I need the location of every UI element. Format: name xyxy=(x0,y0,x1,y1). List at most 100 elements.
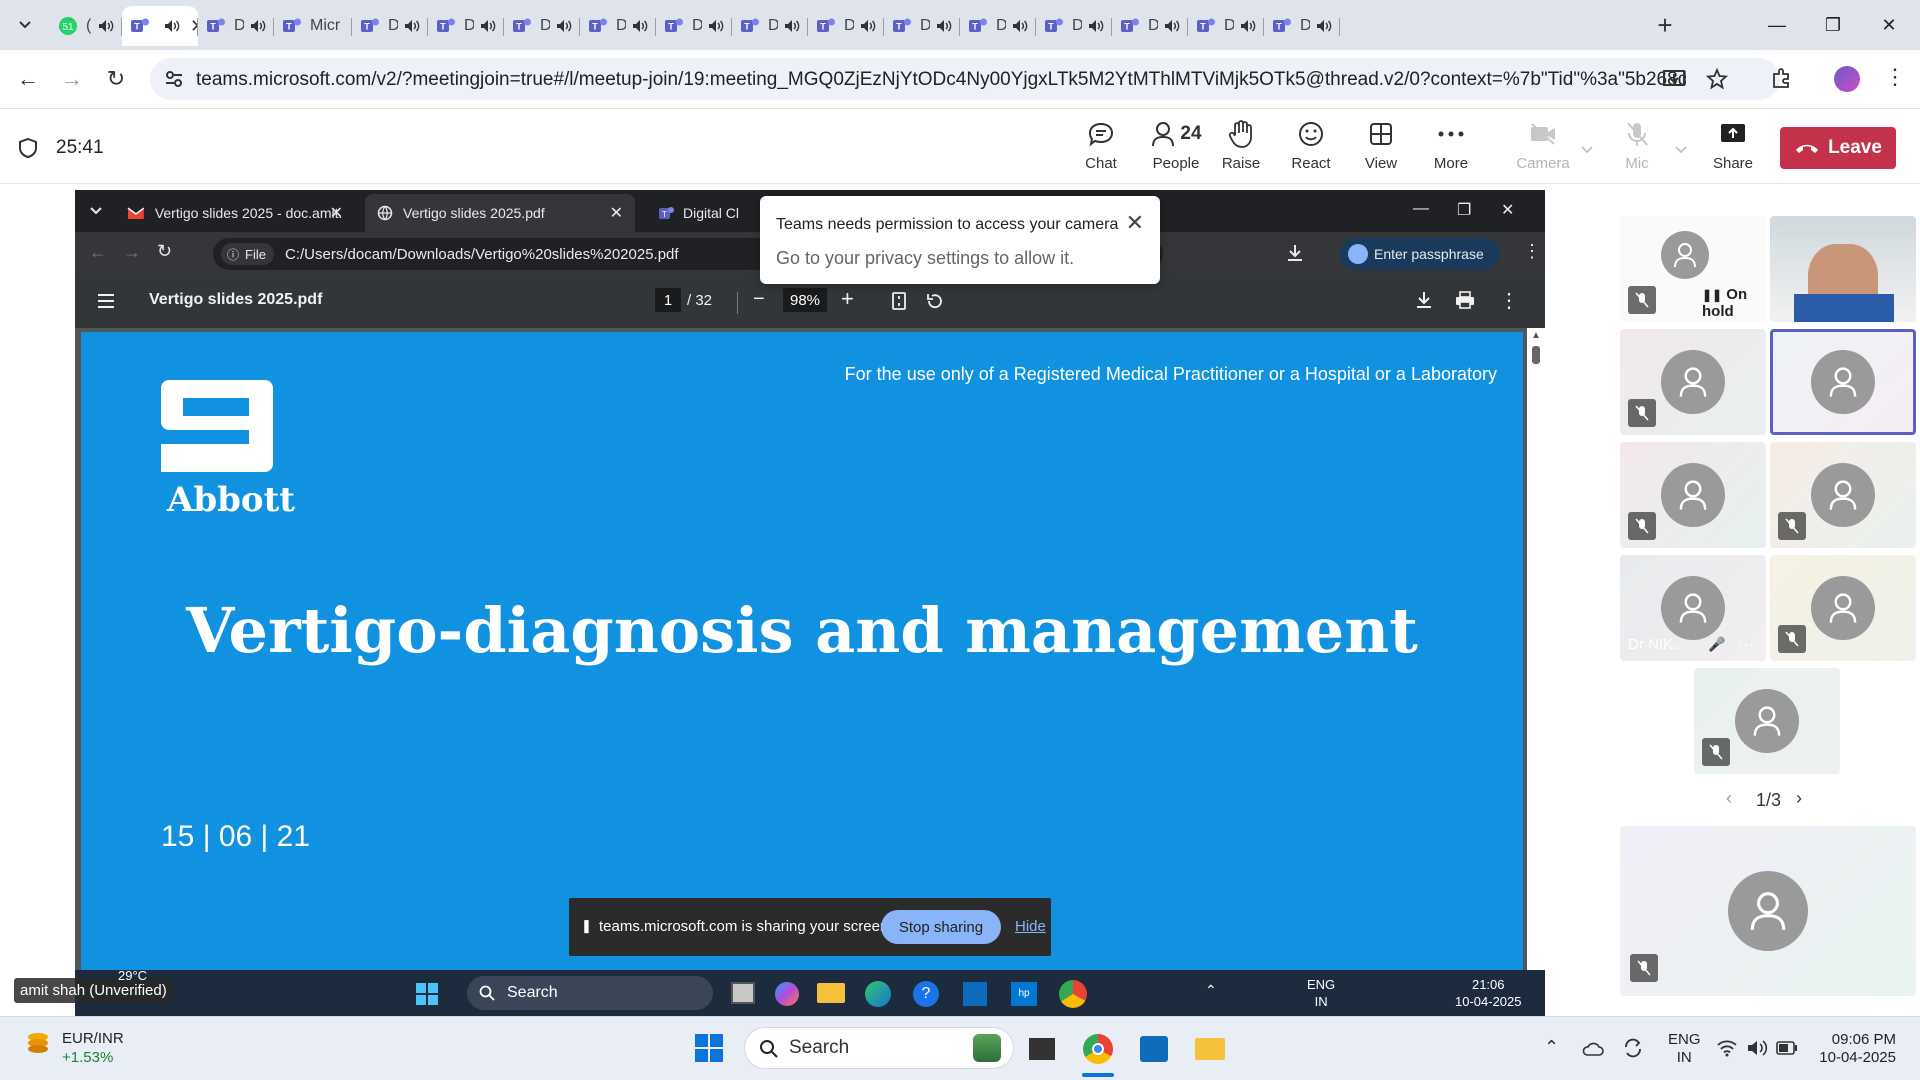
file-explorer-icon[interactable] xyxy=(1192,1031,1228,1067)
participant-tile-selected[interactable] xyxy=(1770,329,1916,435)
browser-tab[interactable]: TD xyxy=(1264,6,1340,46)
speaker-icon[interactable] xyxy=(936,19,952,33)
participant-tile[interactable] xyxy=(1694,668,1840,774)
system-clock[interactable]: 09:06 PM 10-04-2025 xyxy=(1818,1031,1896,1067)
avatar xyxy=(1661,463,1725,527)
clock-date: 10-04-2025 xyxy=(1819,1049,1896,1066)
speaker-icon[interactable] xyxy=(98,19,114,33)
browser-tab[interactable]: TD xyxy=(198,6,274,46)
teams-icon: T xyxy=(206,16,226,36)
browser-tab[interactable]: TD xyxy=(1036,6,1112,46)
reload-button[interactable]: ↻ xyxy=(100,63,132,95)
participant-tile[interactable] xyxy=(1770,555,1916,661)
view-button[interactable]: View xyxy=(1350,117,1412,179)
new-tab-button[interactable]: + xyxy=(1650,10,1680,40)
share-button[interactable]: Share xyxy=(1702,117,1764,179)
speaker-icon[interactable] xyxy=(404,19,420,33)
search-highlight-icon xyxy=(973,1034,1001,1062)
browser-tab[interactable]: TD xyxy=(960,6,1036,46)
shared-folder-icon xyxy=(817,983,845,1003)
task-view-icon[interactable] xyxy=(1024,1031,1060,1067)
participant-tile[interactable] xyxy=(1620,442,1766,548)
participant-tile[interactable] xyxy=(1620,329,1766,435)
browser-tab[interactable]: TD xyxy=(808,6,884,46)
browser-tab[interactable]: 51 (51) V xyxy=(50,6,122,46)
participant-tile[interactable] xyxy=(1770,442,1916,548)
browser-tab[interactable]: TD xyxy=(428,6,504,46)
participant-tile-video[interactable] xyxy=(1770,216,1916,322)
self-view-tile[interactable] xyxy=(1620,826,1916,996)
mic-options-chevron-icon[interactable] xyxy=(1674,145,1688,155)
browser-tab[interactable]: TD xyxy=(1112,6,1188,46)
close-window-button[interactable]: ✕ xyxy=(1866,8,1912,42)
browser-menu-button[interactable]: ⋮ xyxy=(1884,64,1906,90)
camera-off-icon xyxy=(1531,123,1555,145)
more-button[interactable]: More xyxy=(1420,117,1482,179)
back-button[interactable]: ← xyxy=(12,63,44,95)
language-indicator[interactable]: ENG IN xyxy=(1668,1031,1701,1067)
tab-search-button[interactable] xyxy=(10,10,40,40)
browser-tab[interactable]: TD xyxy=(656,6,732,46)
gallery-next-button[interactable]: › xyxy=(1796,788,1802,809)
speaker-icon[interactable] xyxy=(784,19,800,33)
avatar xyxy=(1661,350,1725,414)
minimize-button[interactable]: — xyxy=(1754,8,1800,42)
browser-tab-label: D xyxy=(996,17,1006,34)
raise-hand-button[interactable]: Raise xyxy=(1210,117,1272,179)
react-button[interactable]: React xyxy=(1280,117,1342,179)
windows-start-icon[interactable] xyxy=(694,1033,724,1063)
browser-tab[interactable]: T Micr xyxy=(274,6,352,46)
stock-ticker-widget[interactable]: EUR/INR +1.53% xyxy=(24,1029,124,1067)
speaker-icon[interactable] xyxy=(164,19,180,33)
browser-tab[interactable]: TD xyxy=(352,6,428,46)
chrome-taskbar-icon[interactable] xyxy=(1080,1031,1116,1067)
speaker-icon[interactable] xyxy=(1316,19,1332,33)
speaker-icon[interactable] xyxy=(556,19,572,33)
person-icon xyxy=(1829,480,1857,510)
participant-tile-dr-nik[interactable]: Dr NIK... 🎤 ⋯ xyxy=(1620,555,1766,661)
profile-avatar[interactable] xyxy=(1834,66,1860,92)
camera-options-chevron-icon[interactable] xyxy=(1580,145,1594,155)
chat-button[interactable]: Chat xyxy=(1070,117,1132,179)
taskbar-search[interactable]: Search xyxy=(744,1027,1014,1069)
sync-icon[interactable] xyxy=(1622,1037,1644,1059)
close-toast-button[interactable]: ✕ xyxy=(1126,210,1144,236)
speaker-icon[interactable] xyxy=(860,19,876,33)
camera-button[interactable]: Camera xyxy=(1512,117,1574,179)
leave-button[interactable]: Leave xyxy=(1780,127,1896,169)
store-taskbar-icon[interactable] xyxy=(1136,1031,1172,1067)
onedrive-icon[interactable] xyxy=(1582,1039,1604,1059)
speaker-icon[interactable] xyxy=(250,19,266,33)
extensions-icon[interactable] xyxy=(1770,66,1794,90)
address-bar[interactable]: teams.microsoft.com/v2/?meetingjoin=true… xyxy=(150,58,1780,100)
stop-sharing-button[interactable]: Stop sharing xyxy=(881,910,1001,944)
globe-icon xyxy=(377,205,393,221)
speaker-icon[interactable] xyxy=(632,19,648,33)
forward-button[interactable]: → xyxy=(56,63,88,95)
teams-icon: T xyxy=(282,16,302,36)
gallery-prev-button[interactable]: ‹ xyxy=(1726,788,1732,809)
people-button[interactable]: 24 People xyxy=(1140,117,1212,179)
speaker-icon[interactable] xyxy=(1012,19,1028,33)
volume-icon[interactable] xyxy=(1746,1039,1768,1057)
windows-taskbar: EUR/INR +1.53% Search ⌃ ENG IN 09:06 PM … xyxy=(0,1016,1920,1080)
participant-tile-onhold[interactable]: ❚❚ On hold xyxy=(1620,216,1766,322)
browser-tab[interactable]: T ✕ xyxy=(122,6,198,46)
browser-tab[interactable]: TD xyxy=(1188,6,1264,46)
speaker-icon[interactable] xyxy=(1164,19,1180,33)
browser-tab[interactable]: TD xyxy=(580,6,656,46)
speaker-icon[interactable] xyxy=(708,19,724,33)
restore-button[interactable]: ❐ xyxy=(1810,8,1856,42)
speaker-icon[interactable] xyxy=(1240,19,1256,33)
browser-tab[interactable]: TD xyxy=(504,6,580,46)
browser-tab[interactable]: TD xyxy=(884,6,960,46)
battery-icon[interactable] xyxy=(1776,1041,1798,1055)
participant-more-icon[interactable]: ⋯ xyxy=(1738,635,1754,655)
speaker-icon[interactable] xyxy=(480,19,496,33)
tray-chevron-icon[interactable]: ⌃ xyxy=(1544,1037,1559,1058)
browser-tab[interactable]: TD xyxy=(732,6,808,46)
wifi-icon[interactable] xyxy=(1716,1039,1738,1057)
speaker-icon[interactable] xyxy=(1088,19,1104,33)
hide-banner-link[interactable]: Hide xyxy=(1015,918,1046,935)
mic-button[interactable]: Mic xyxy=(1606,117,1668,179)
